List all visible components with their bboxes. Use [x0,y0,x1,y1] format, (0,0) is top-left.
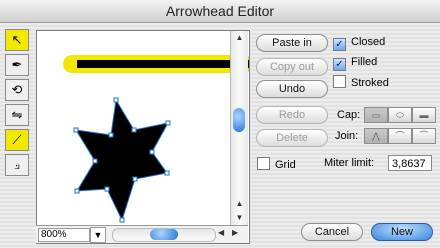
rotate-tool-icon[interactable]: ⟲ [5,79,29,101]
flip-tool-icon[interactable]: ⇋ [5,104,29,126]
zoom-menu-icon[interactable]: ▼ [90,227,106,243]
shape-tool-icon[interactable]: ⟓ [5,154,29,176]
stroked-check-icon[interactable] [333,75,346,88]
delete-button[interactable]: Delete [256,129,328,147]
round-cap-icon[interactable]: ⬭ [388,107,412,123]
arrowhead-preview [63,55,249,223]
line-stroke [77,60,249,68]
paste-in-button[interactable]: Paste in [256,34,328,52]
closed-checkbox[interactable]: ✓ Closed [333,36,385,51]
vertical-scroll-thumb[interactable] [233,108,245,132]
miter-limit-label: Miter limit: [324,157,375,169]
scroll-down-icon[interactable]: ▼ [231,211,248,225]
scroll-up-icon[interactable]: ▲ [231,31,248,45]
zoom-field[interactable]: 800% [38,228,90,242]
filled-checkbox[interactable]: ✓ Filled [333,56,377,71]
vertical-scrollbar[interactable]: ▲ ▲ ▼ [230,31,248,225]
copy-out-button[interactable]: Copy out [256,58,328,76]
grid-label: Grid [275,159,296,171]
stroked-checkbox[interactable]: Stroked [333,75,389,89]
round-join-icon[interactable]: ⌒ [388,128,412,144]
arrowhead-shape [75,98,169,222]
cap-label: Cap: [337,109,361,121]
redo-button[interactable]: Redo [256,106,328,124]
window-title: Arrowhead Editor [0,0,440,23]
miter-limit-field[interactable]: 3,8637 [388,155,432,171]
bevel-join-icon[interactable]: ⏜ [412,128,436,144]
closed-label: Closed [351,36,386,48]
undo-button[interactable]: Undo [256,80,328,98]
horizontal-scroll-thumb[interactable] [150,229,178,240]
tool-palette: ↖ ✒ ⟲ ⇋ ⟋ ⟓ [5,29,29,179]
join-label: Join: [335,130,359,142]
line-tool-icon[interactable]: ⟋ [5,129,29,151]
scroll-up-bottom-icon[interactable]: ▲ [231,197,248,211]
select-tool-icon[interactable]: ↖ [5,29,29,51]
grid-check-icon[interactable] [257,157,270,170]
filled-label: Filled [351,56,378,68]
filled-check-icon[interactable]: ✓ [333,58,346,71]
editor-canvas[interactable] [36,30,250,244]
stroked-label: Stroked [351,77,389,89]
scroll-right-icon[interactable]: ▶ [232,228,238,237]
miter-join-icon[interactable]: ⋀ [364,128,388,144]
butt-cap-icon[interactable]: ▭ [364,107,388,123]
new-button[interactable]: New [371,223,433,241]
closed-check-icon[interactable]: ✓ [333,38,346,51]
canvas-bottom-bar: 800% ▼ ◀ ▶ [36,225,248,243]
scroll-left-icon[interactable]: ◀ [218,228,224,237]
grid-checkbox[interactable]: Grid [257,157,296,171]
cancel-button[interactable]: Cancel [301,223,363,241]
pen-tool-icon[interactable]: ✒ [5,54,29,76]
square-cap-icon[interactable]: ▬ [412,107,436,123]
